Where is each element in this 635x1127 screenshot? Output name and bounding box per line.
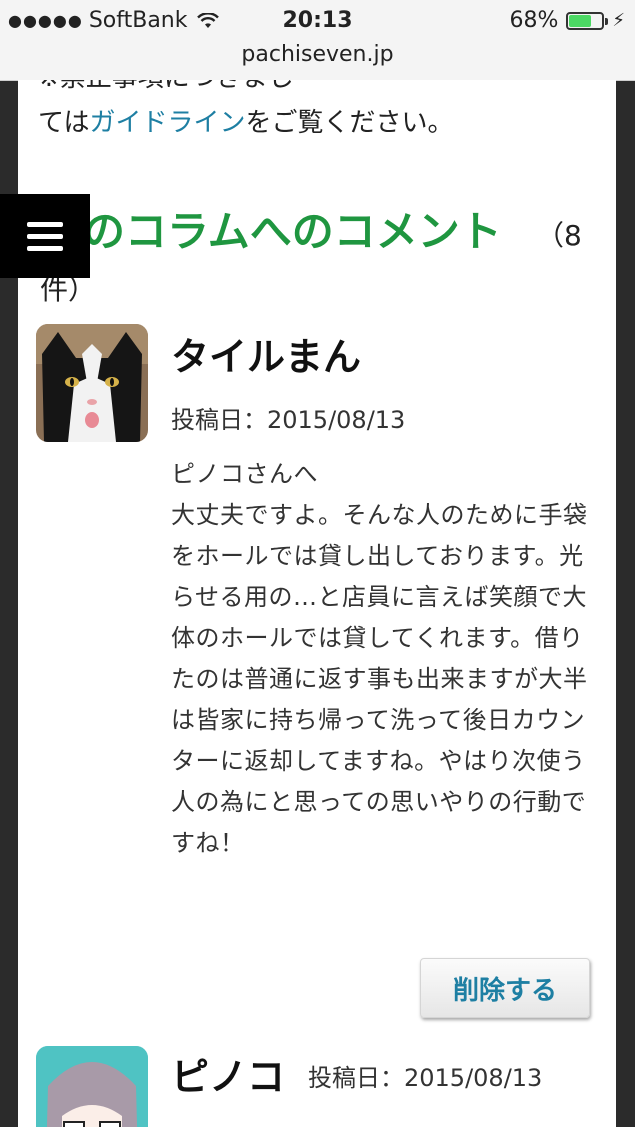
guideline-text: てはガイドラインをご覧ください。 <box>38 102 454 139</box>
menu-bar-icon <box>27 221 63 227</box>
url-bar[interactable]: pachiseven.jp <box>0 42 635 67</box>
comment-item: タイルまん 投稿日：2015/08/13 ピノコさんへ 大丈夫ですよ。そんな人の… <box>36 324 596 1034</box>
comment-date: 投稿日：2015/08/13 <box>308 1064 543 1092</box>
comment-author: ピノコ <box>171 1055 286 1099</box>
delete-button[interactable]: 削除する <box>420 958 590 1018</box>
comment-count: （8 <box>536 219 582 252</box>
charging-icon: ⚡ <box>612 10 625 31</box>
comment-body: ピノコさんへ 大丈夫ですよ。そんな人のために手袋をホールでは貸し出しております。… <box>171 460 588 857</box>
avatar <box>36 324 148 442</box>
comment-item: ピノコ 投稿日：2015/08/13 <box>36 1046 596 1127</box>
guideline-prefix: ては <box>38 108 90 138</box>
battery-icon <box>566 11 609 30</box>
section-title: のコラムへのコメント <box>83 207 502 256</box>
hamburger-menu-button[interactable] <box>0 194 90 278</box>
menu-bar-icon <box>27 245 63 251</box>
comment-date: 投稿日：2015/08/13 <box>171 406 406 434</box>
status-bar: ●●●●● SoftBank 20:13 68% ⚡ pachiseven.jp <box>0 0 635 81</box>
cat-avatar-image <box>36 324 148 442</box>
battery-level <box>569 14 592 27</box>
guideline-suffix: をご覧ください。 <box>245 108 454 138</box>
guideline-link[interactable]: ガイドライン <box>89 108 245 138</box>
girl-avatar-image <box>36 1046 148 1127</box>
avatar <box>36 1046 148 1127</box>
page-content: ※禁止事項につきまし てはガイドラインをご覧ください。 のコラムへのコメント （… <box>18 80 616 1127</box>
menu-bar-icon <box>27 233 63 239</box>
comment-author: タイルまん <box>171 335 362 379</box>
guideline-partial-text: ※禁止事項につきまし <box>38 80 294 98</box>
battery-percent: 68% <box>509 8 559 33</box>
battery-info: 68% ⚡ <box>509 8 625 33</box>
